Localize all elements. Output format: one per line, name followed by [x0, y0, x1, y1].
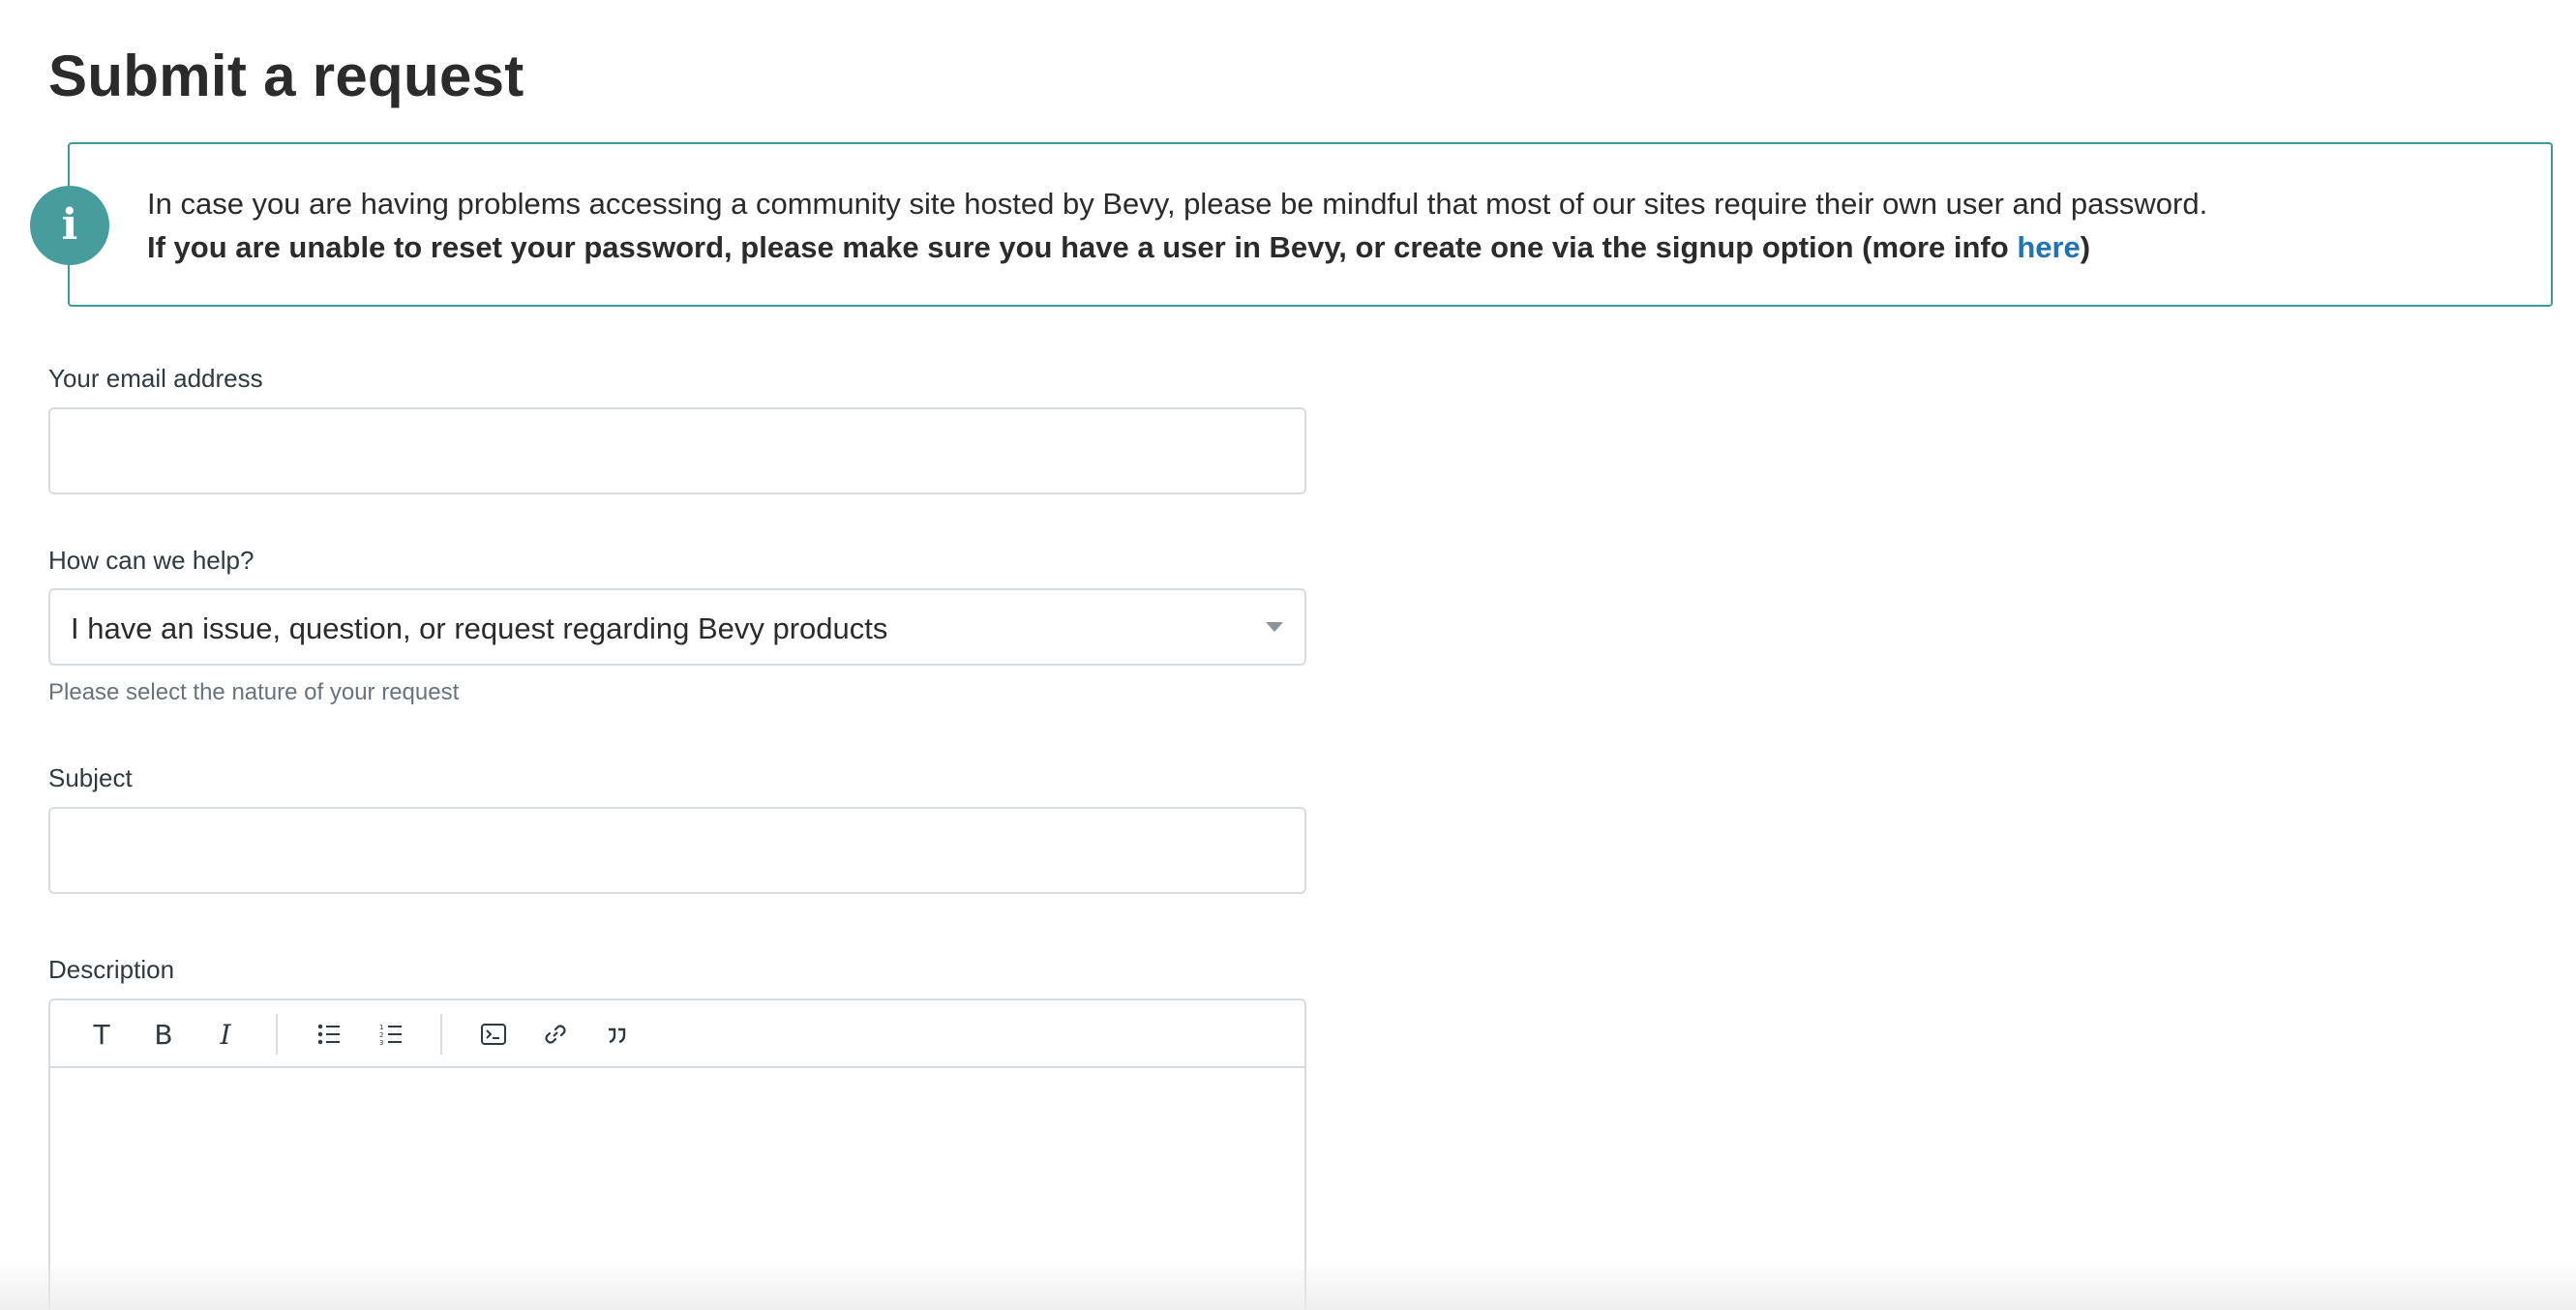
description-editor: T B I 1 2 3	[48, 998, 1306, 1310]
numbered-list-icon: 1 2 3	[379, 1024, 402, 1047]
svg-text:2: 2	[379, 1031, 383, 1039]
description-textarea[interactable]	[50, 1068, 1304, 1310]
info-icon: i	[30, 186, 109, 265]
bold-icon: B	[154, 1018, 173, 1051]
editor-toolbar: T B I 1 2 3	[50, 1000, 1304, 1068]
italic-icon: I	[220, 1018, 231, 1051]
toolbar-divider	[276, 1014, 278, 1055]
italic-button[interactable]: I	[203, 1012, 248, 1057]
link-icon	[545, 1025, 566, 1044]
request-type-hint: Please select the nature of your request	[48, 679, 460, 705]
email-field[interactable]	[48, 407, 1306, 494]
link-button[interactable]	[533, 1012, 578, 1057]
numbered-list-button[interactable]: 1 2 3	[369, 1012, 413, 1057]
request-type-value: I have an issue, question, or request re…	[71, 611, 888, 645]
toolbar-divider	[440, 1014, 442, 1055]
chevron-down-icon	[1266, 622, 1283, 632]
subject-label: Subject	[48, 763, 133, 792]
notice-bold-suffix: )	[2080, 230, 2091, 264]
quote-button[interactable]	[595, 1012, 640, 1057]
bulleted-list-icon	[317, 1024, 340, 1045]
code-block-icon	[481, 1024, 506, 1045]
code-block-button[interactable]	[471, 1012, 516, 1057]
notice-bold-text: If you are unable to reset your password…	[147, 230, 2090, 265]
more-info-link[interactable]: here	[2017, 230, 2080, 264]
svg-text:3: 3	[379, 1039, 383, 1047]
help-label: How can we help?	[48, 546, 255, 575]
subject-field[interactable]	[48, 807, 1306, 894]
notice-text: In case you are having problems accessin…	[147, 187, 2208, 221]
email-label: Your email address	[48, 364, 263, 393]
info-notice	[68, 142, 2553, 307]
page-title: Submit a request	[48, 44, 524, 108]
quote-icon	[609, 1027, 626, 1044]
request-page: Submit a request i In case you are havin…	[0, 0, 2576, 1310]
description-label: Description	[48, 955, 175, 984]
text-format-button[interactable]: T	[79, 1012, 124, 1057]
notice-bold-prefix: If you are unable to reset your password…	[147, 230, 2018, 264]
bulleted-list-button[interactable]	[307, 1012, 351, 1057]
text-format-icon: T	[93, 1018, 110, 1051]
request-type-select[interactable]: I have an issue, question, or request re…	[48, 588, 1306, 666]
svg-text:1: 1	[379, 1024, 383, 1031]
bold-button[interactable]: B	[141, 1012, 186, 1057]
